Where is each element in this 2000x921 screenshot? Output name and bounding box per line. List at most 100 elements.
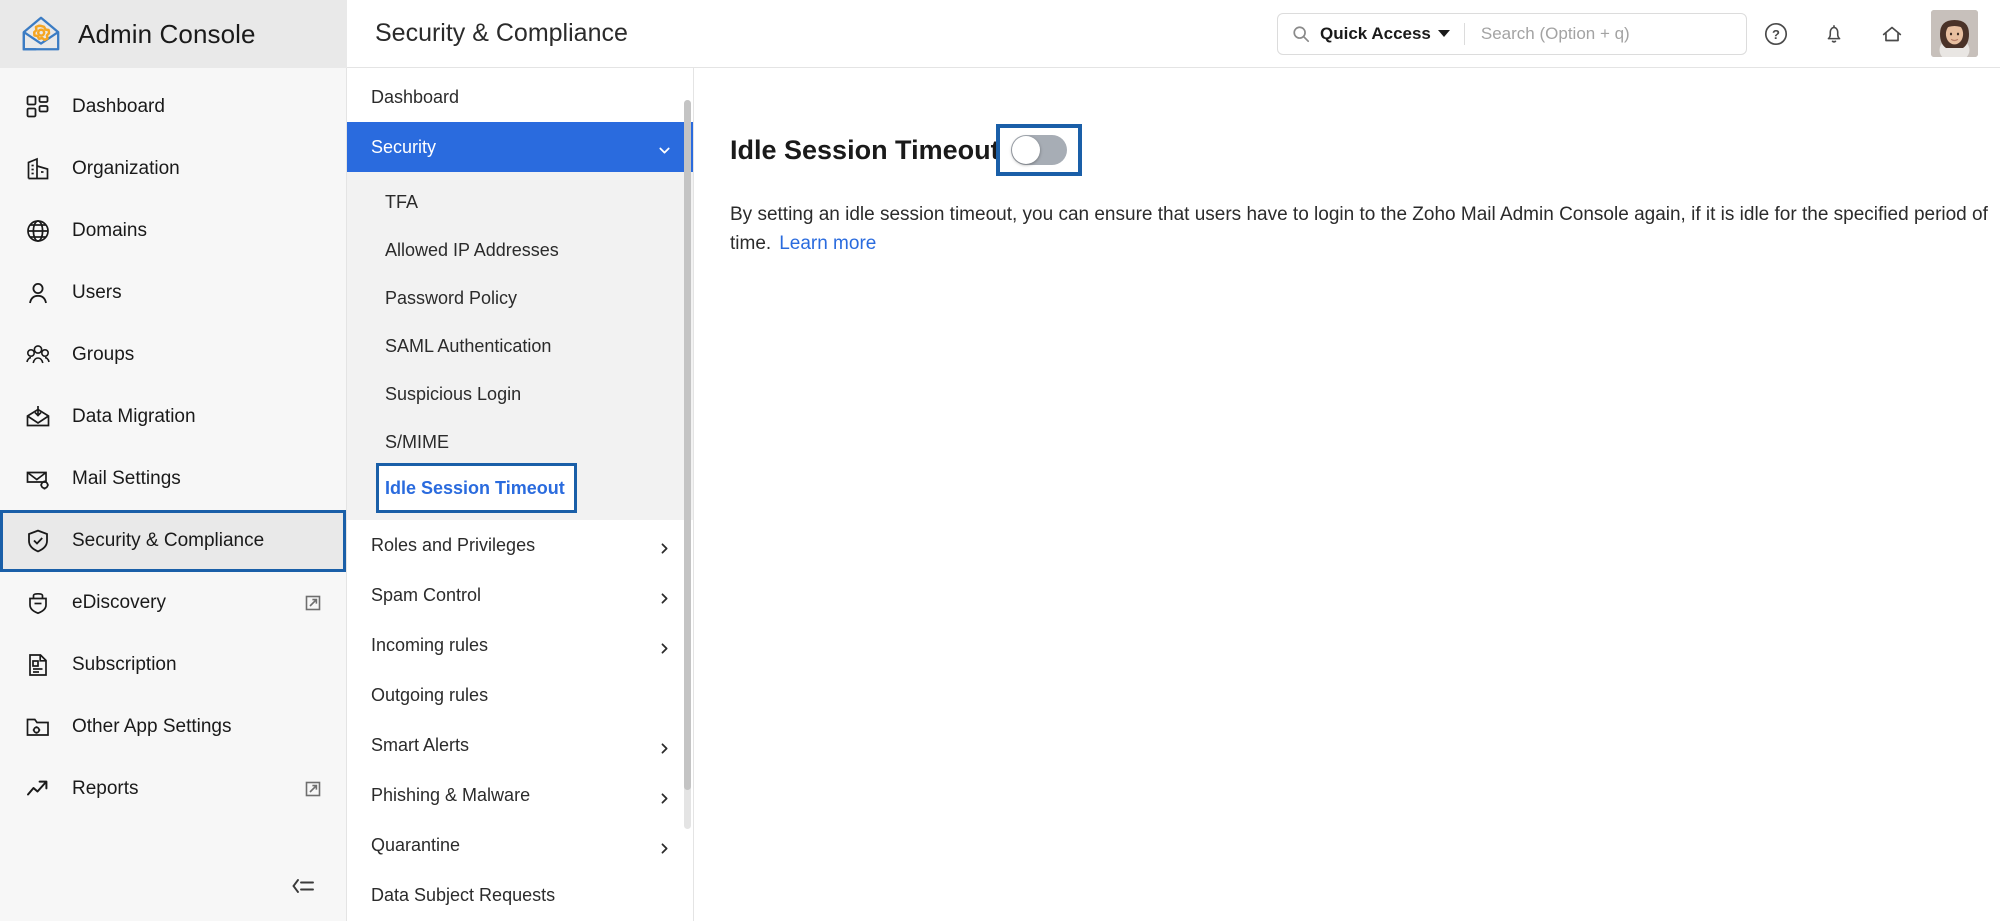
- sidebar-item-security-compliance[interactable]: Security & Compliance: [0, 510, 346, 572]
- help-icon[interactable]: ?: [1747, 5, 1805, 63]
- subnav-item-security[interactable]: Security: [347, 122, 693, 172]
- content-description: By setting an idle session timeout, you …: [730, 200, 1990, 259]
- building-icon: [24, 155, 52, 183]
- secondary-nav: Dashboard Security TFA Allowed I: [347, 68, 694, 921]
- subnav-label: Data Subject Requests: [371, 885, 555, 906]
- brand-area[interactable]: Admin Console: [0, 0, 347, 68]
- chevron-right-icon: [658, 539, 671, 552]
- sidebar-item-users[interactable]: Users: [0, 262, 346, 324]
- sidebar-item-groups[interactable]: Groups: [0, 324, 346, 386]
- search-bar[interactable]: Quick Access: [1277, 13, 1747, 55]
- sidebar-item-reports[interactable]: Reports: [0, 758, 346, 820]
- search-divider: [1464, 23, 1465, 45]
- chevron-down-icon: [658, 141, 671, 154]
- sidebar-label: Organization: [72, 158, 180, 180]
- toggle-knob: [1012, 136, 1040, 164]
- page-title: Security & Compliance: [375, 19, 628, 48]
- sidebar-item-ediscovery[interactable]: eDiscovery: [0, 572, 346, 634]
- subnav-label: Outgoing rules: [371, 685, 488, 706]
- globe-icon: [24, 217, 52, 245]
- sidebar-item-organization[interactable]: Organization: [0, 138, 346, 200]
- sidebar-label: Reports: [72, 778, 139, 800]
- chevron-right-icon: [658, 589, 671, 602]
- sidebar-item-other-app-settings[interactable]: Other App Settings: [0, 696, 346, 758]
- sidebar-label: eDiscovery: [72, 592, 166, 614]
- security-submenu: TFA Allowed IP Addresses Password Policy…: [347, 172, 693, 520]
- admin-console-logo: [20, 13, 62, 55]
- sidebar-item-subscription[interactable]: Subscription: [0, 634, 346, 696]
- subnav-child-idle-session-timeout[interactable]: Idle Session Timeout: [379, 466, 574, 510]
- subnav-item-spam-control[interactable]: Spam Control: [347, 570, 693, 620]
- collapse-sidebar-button[interactable]: [0, 851, 346, 921]
- sidebar-label: Security & Compliance: [72, 530, 264, 552]
- subnav-child-saml-authentication[interactable]: SAML Authentication: [347, 322, 693, 370]
- ediscovery-icon: [24, 589, 52, 617]
- subnav-child-label: SAML Authentication: [385, 336, 551, 357]
- idle-session-timeout-toggle[interactable]: [1011, 135, 1067, 165]
- chevron-down-icon: [1438, 30, 1450, 37]
- home-icon[interactable]: [1863, 5, 1921, 63]
- subnav-item-quarantine[interactable]: Quarantine: [347, 820, 693, 870]
- quick-access-label: Quick Access: [1320, 24, 1431, 44]
- subnav-child-password-policy[interactable]: Password Policy: [347, 274, 693, 322]
- subnav-child-label: Idle Session Timeout: [385, 478, 565, 499]
- sidebar-item-mail-settings[interactable]: Mail Settings: [0, 448, 346, 510]
- subnav-label: Incoming rules: [371, 635, 488, 656]
- search-icon: [1292, 25, 1310, 43]
- subnav-child-smime[interactable]: S/MIME: [347, 418, 693, 466]
- subnav-child-allowed-ip-addresses[interactable]: Allowed IP Addresses: [347, 226, 693, 274]
- dashboard-grid-icon: [24, 93, 52, 121]
- subnav-child-suspicious-login[interactable]: Suspicious Login: [347, 370, 693, 418]
- secondary-nav-scroll: Dashboard Security TFA Allowed I: [347, 68, 693, 921]
- subnav-item-phishing-malware[interactable]: Phishing & Malware: [347, 770, 693, 820]
- content-title: Idle Session Timeout: [730, 135, 1000, 166]
- top-bar: Admin Console Security & Compliance Quic…: [0, 0, 2000, 68]
- subnav-child-label: S/MIME: [385, 432, 449, 453]
- sidebar-label: Mail Settings: [72, 468, 181, 490]
- notifications-bell-icon[interactable]: [1805, 5, 1863, 63]
- groups-icon: [24, 341, 52, 369]
- sidebar-label: Dashboard: [72, 96, 165, 118]
- sidebar-item-domains[interactable]: Domains: [0, 200, 346, 262]
- folder-gear-icon: [24, 713, 52, 741]
- toggle-focus-ring: [1000, 128, 1078, 172]
- sidebar-item-dashboard[interactable]: Dashboard: [0, 76, 346, 138]
- subnav-label: Smart Alerts: [371, 735, 469, 756]
- subnav-item-smart-alerts[interactable]: Smart Alerts: [347, 720, 693, 770]
- chevron-right-icon: [658, 789, 671, 802]
- external-link-icon: [304, 780, 322, 798]
- sidebar-label: Subscription: [72, 654, 177, 676]
- description-text: By setting an idle session timeout, you …: [730, 204, 1988, 254]
- subnav-child-label: TFA: [385, 192, 418, 213]
- subnav-label: Spam Control: [371, 585, 481, 606]
- subnav-label: Roles and Privileges: [371, 535, 535, 556]
- subnav-item-data-subject-requests[interactable]: Data Subject Requests: [347, 870, 693, 920]
- subnav-item-dashboard[interactable]: Dashboard: [347, 72, 693, 122]
- subnav-item-outgoing-rules[interactable]: Outgoing rules: [347, 670, 693, 720]
- search-input[interactable]: [1481, 24, 1732, 44]
- mail-download-icon: [24, 403, 52, 431]
- subnav-child-label: Suspicious Login: [385, 384, 521, 405]
- user-avatar[interactable]: [1931, 10, 1978, 57]
- shield-check-icon: [24, 527, 52, 555]
- subnav-child-label: Password Policy: [385, 288, 517, 309]
- subnav-child-tfa[interactable]: TFA: [347, 178, 693, 226]
- external-link-icon: [304, 594, 322, 612]
- quick-access-dropdown[interactable]: Quick Access: [1320, 24, 1450, 44]
- secondary-nav-scrollbar-thumb[interactable]: [684, 100, 691, 790]
- main-content: Idle Session Timeout By setting an idle …: [694, 68, 2000, 921]
- learn-more-link[interactable]: Learn more: [779, 233, 876, 254]
- chevron-right-icon: [658, 639, 671, 652]
- sidebar-label: Other App Settings: [72, 716, 232, 738]
- subnav-label: Quarantine: [371, 835, 460, 856]
- sidebar-item-data-migration[interactable]: Data Migration: [0, 386, 346, 448]
- brand-title: Admin Console: [78, 19, 256, 50]
- sidebar-label: Domains: [72, 220, 147, 242]
- subnav-item-roles-and-privileges[interactable]: Roles and Privileges: [347, 520, 693, 570]
- subnav-item-incoming-rules[interactable]: Incoming rules: [347, 620, 693, 670]
- sidebar-label: Users: [72, 282, 122, 304]
- user-icon: [24, 279, 52, 307]
- admin-console-window: Admin Console Security & Compliance Quic…: [0, 0, 2000, 921]
- primary-sidebar: Dashboard Organization: [0, 68, 347, 921]
- sidebar-label: Groups: [72, 344, 134, 366]
